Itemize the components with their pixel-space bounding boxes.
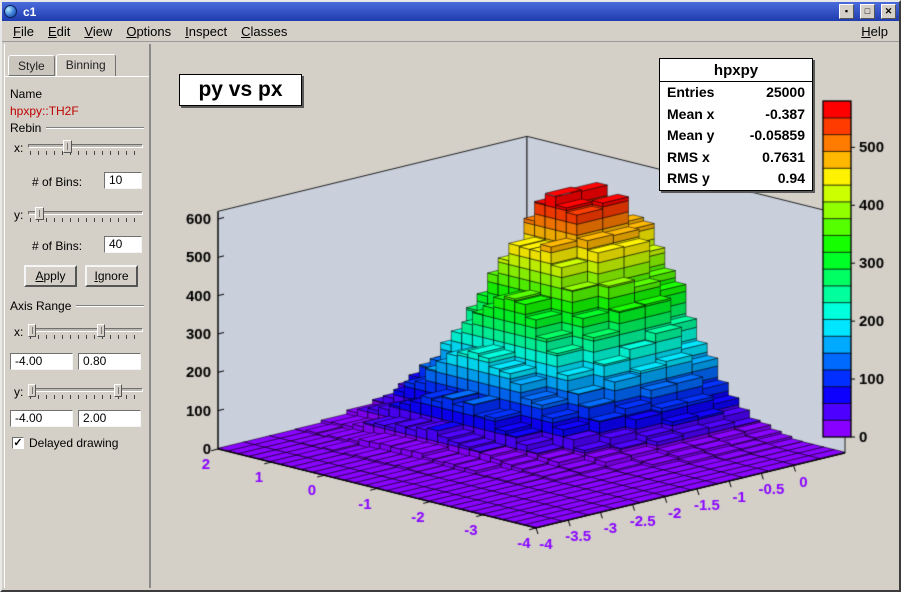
menu-inspect[interactable]: Inspect — [178, 22, 234, 41]
rebin-x-slider-thumb[interactable] — [63, 140, 72, 153]
axis-y-label: y: — [14, 385, 23, 399]
maximize-button[interactable]: □ — [860, 4, 875, 19]
stats-value: 25000 — [766, 83, 805, 103]
axis-y-range-min-thumb[interactable] — [28, 384, 36, 397]
axis-x-range-slider[interactable] — [28, 323, 143, 339]
stats-row: Mean y -0.05859 — [660, 125, 812, 147]
axis-x-label: x: — [14, 325, 23, 339]
rebin-y-label: y: — [14, 208, 23, 222]
rebin-y-slider-thumb[interactable] — [35, 207, 44, 220]
root-canvas-window: c1 ▪ □ ✕ File Edit View Options Inspect … — [0, 0, 901, 592]
histogram-name: hpxpy::TH2F — [10, 104, 79, 118]
axis-y-range-ticks — [30, 395, 141, 399]
axis-range-label: Axis Range — [10, 299, 71, 313]
stats-value: -0.05859 — [750, 126, 805, 146]
minimize-button[interactable]: ▪ — [839, 4, 854, 19]
rebin-x-label: x: — [14, 141, 23, 155]
rebin-label: Rebin — [10, 121, 41, 135]
stats-value: 0.94 — [778, 169, 805, 189]
name-label: Name — [10, 87, 42, 101]
stats-label: RMS y — [667, 169, 710, 189]
axis-y-range-slider[interactable] — [28, 383, 143, 399]
stats-value: -0.387 — [765, 105, 805, 125]
ignore-button[interactable]: Ignore — [85, 265, 138, 287]
rebin-x-slider-ticks — [30, 151, 141, 155]
rebin-y-bins-field[interactable]: 40 — [104, 236, 142, 253]
close-button[interactable]: ✕ — [881, 4, 896, 19]
axis-range-group-header: Axis Range — [10, 299, 144, 313]
stats-label: Entries — [667, 83, 714, 103]
ignore-button-label: Ignore — [94, 267, 128, 285]
rebin-x-slider[interactable] — [28, 139, 143, 155]
axis-x-range-max-thumb[interactable] — [97, 324, 105, 337]
delayed-drawing-checkbox[interactable]: ✓ — [12, 437, 24, 449]
rebin-y-slider-ticks — [30, 218, 141, 222]
menu-bar: File Edit View Options Inspect Classes H… — [2, 21, 899, 42]
tab-style[interactable]: Style — [8, 55, 55, 76]
delayed-drawing-row: ✓ Delayed drawing — [12, 436, 118, 450]
tab-binning[interactable]: Binning — [56, 54, 116, 76]
apply-button-label: Apply — [35, 267, 65, 285]
axis-y-min-field[interactable]: -4.00 — [10, 410, 73, 427]
axis-x-range-ticks — [30, 335, 141, 339]
apply-button[interactable]: Apply — [24, 265, 77, 287]
menu-options[interactable]: Options — [119, 22, 178, 41]
menu-view[interactable]: View — [77, 22, 119, 41]
stats-row: RMS y 0.94 — [660, 168, 812, 190]
app-icon — [4, 5, 17, 18]
stats-row: RMS x 0.7631 — [660, 147, 812, 169]
menu-edit[interactable]: Edit — [41, 22, 77, 41]
window-title: c1 — [21, 5, 36, 19]
rebin-x-bins-field[interactable]: 10 — [104, 172, 142, 189]
rebin-group-header: Rebin — [10, 121, 144, 135]
rebin-divider — [46, 127, 144, 129]
axis-y-range-max-thumb[interactable] — [114, 384, 122, 397]
axis-x-min-field[interactable]: -4.00 — [10, 353, 73, 370]
rebin-y-slider-track[interactable] — [28, 211, 143, 215]
editor-sidebar: Style Binning Name hpxpy::TH2F Rebin x: … — [4, 44, 151, 588]
stats-row: Mean x -0.387 — [660, 104, 812, 126]
stats-label: RMS x — [667, 148, 710, 168]
axis-y-range-track[interactable] — [28, 388, 143, 392]
plot-title-box[interactable]: py vs px — [179, 74, 302, 106]
stats-label: Mean x — [667, 105, 714, 125]
axis-range-divider — [76, 305, 144, 307]
canvas-area: py vs px hpxpy Entries 25000 Mean x -0.387… — [151, 44, 897, 588]
axis-x-max-field[interactable]: 0.80 — [78, 353, 141, 370]
rebin-y-slider[interactable] — [28, 206, 143, 222]
delayed-drawing-label: Delayed drawing — [29, 436, 118, 450]
titlebar[interactable]: c1 ▪ □ ✕ — [2, 2, 899, 21]
rebin-y-bins-label: # of Bins: — [32, 239, 82, 253]
menu-classes[interactable]: Classes — [234, 22, 294, 41]
tab-strip: Style Binning — [8, 52, 117, 76]
axis-y-max-field[interactable]: 2.00 — [78, 410, 141, 427]
tab-strip-line — [4, 76, 149, 77]
axis-x-range-track[interactable] — [28, 328, 143, 332]
stats-box[interactable]: hpxpy Entries 25000 Mean x -0.387 Mean y -0… — [659, 58, 813, 191]
stats-row: Entries 25000 — [660, 82, 812, 104]
menu-help[interactable]: Help — [854, 22, 895, 41]
menu-file[interactable]: File — [6, 22, 41, 41]
stats-title: hpxpy — [660, 59, 812, 82]
rebin-x-bins-label: # of Bins: — [32, 175, 82, 189]
axis-x-range-min-thumb[interactable] — [28, 324, 36, 337]
stats-label: Mean y — [667, 126, 714, 146]
stats-value: 0.7631 — [762, 148, 805, 168]
rebin-x-slider-track[interactable] — [28, 144, 143, 148]
